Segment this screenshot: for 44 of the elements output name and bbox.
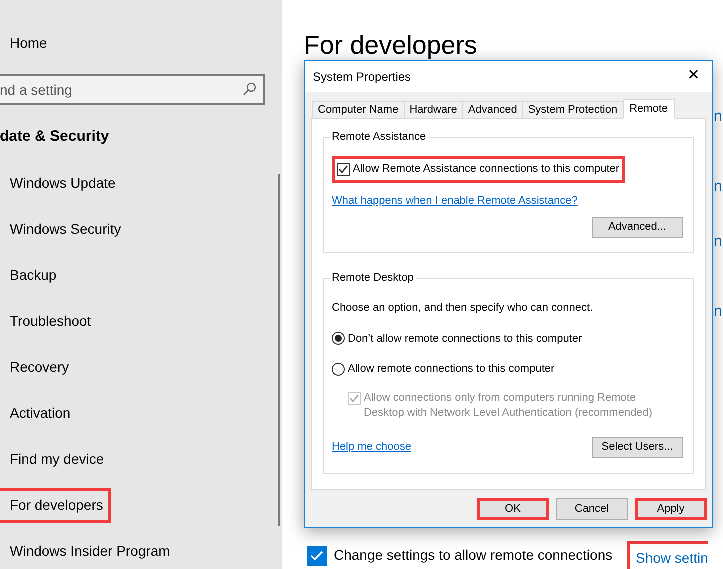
nav-item[interactable]: Troubleshoot [0, 304, 100, 338]
group-title: Remote Desktop [330, 271, 416, 285]
nav-item[interactable]: Activation [0, 396, 79, 430]
nav-item[interactable]: Backup [0, 258, 65, 292]
nav-item[interactable]: Find my device [0, 442, 112, 476]
checkbox-label: Allow connections only from computers running Remote Desktop with Network Level Authentication (recommended) [364, 390, 654, 420]
instruction-text: Choose an option, and then specify who can connect. [332, 301, 594, 316]
help-link[interactable]: What happens when I enable Remote Assistance? [332, 194, 578, 206]
nav-item[interactable]: Windows Insider Program [0, 534, 178, 568]
dialog-button[interactable]: Apply [635, 498, 707, 520]
radio-option[interactable]: Don’t allow remote connections to this computer [332, 330, 685, 347]
home-link[interactable]: Home [10, 33, 48, 54]
help-link[interactable]: Help me choose [332, 438, 412, 456]
search-icon [243, 82, 257, 96]
check-icon [349, 392, 360, 404]
nav-item[interactable]: Recovery [0, 350, 78, 384]
checkbox-row[interactable]: Allow Remote Assistance connections to this computer [332, 156, 625, 182]
tab[interactable]: Computer Name [312, 101, 405, 119]
section-title: date & Security [0, 127, 110, 147]
select-users-button[interactable]: Select Users... [592, 436, 683, 458]
check-icon [310, 548, 324, 562]
close-button[interactable]: ✕ [682, 64, 706, 88]
show-settings-link[interactable]: Show settin [627, 541, 708, 569]
radio-button[interactable] [332, 362, 345, 376]
nav-item[interactable]: For developers [0, 488, 112, 522]
page-title: For developers [304, 29, 478, 62]
window-title: System Properties [313, 68, 412, 86]
checkbox-label: Change settings to allow remote connections [334, 546, 613, 565]
search-field[interactable]: nd a setting [0, 74, 265, 105]
checkbox[interactable] [307, 546, 327, 566]
check-icon [338, 164, 349, 175]
link-text[interactable]: n [714, 106, 722, 128]
checkbox[interactable] [337, 162, 350, 176]
dialog-button[interactable]: Cancel [556, 498, 628, 520]
nav-item[interactable]: Windows Update [0, 166, 124, 200]
link-text[interactable]: n [714, 231, 722, 254]
nav-item[interactable]: Windows Security [0, 212, 130, 246]
dialog-button[interactable]: OK [477, 498, 549, 520]
radio-button[interactable] [332, 332, 345, 346]
tab[interactable]: Remote [622, 99, 676, 119]
advanced-button[interactable]: Advanced... [592, 217, 683, 238]
radio-option[interactable]: Allow remote connections to this computer [332, 361, 685, 378]
link-text[interactable]: n [714, 176, 722, 198]
link-text[interactable]: n [714, 301, 722, 324]
